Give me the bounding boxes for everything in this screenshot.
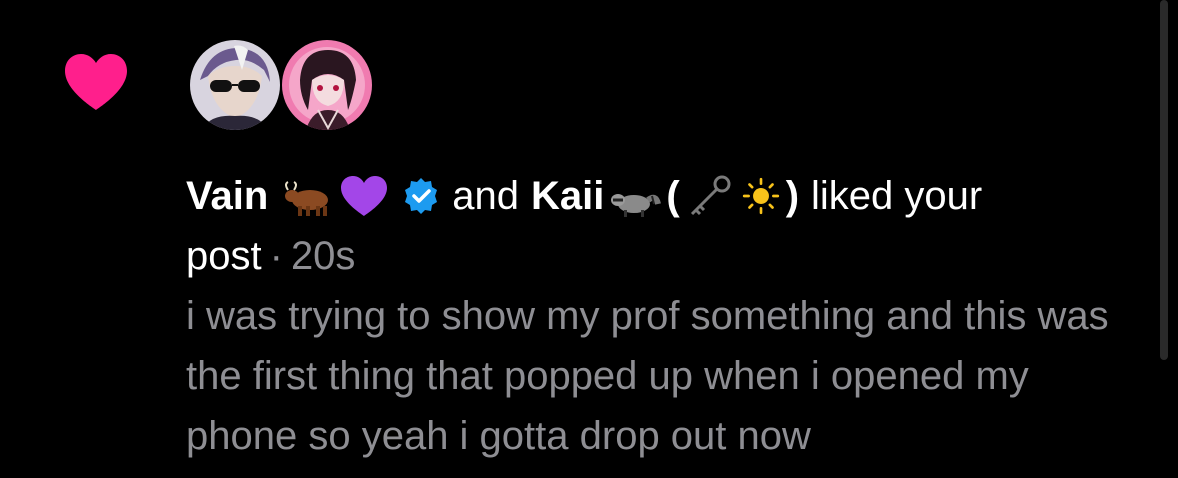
heart-icon bbox=[65, 54, 127, 110]
post-preview-text[interactable]: i was trying to show my prof something a… bbox=[186, 286, 1151, 466]
separator-dot: · bbox=[269, 234, 283, 278]
scrollbar[interactable] bbox=[1160, 0, 1168, 360]
sun-emoji-icon bbox=[742, 177, 779, 215]
username-kaii[interactable]: Kaii bbox=[531, 166, 604, 226]
ox-emoji-icon bbox=[285, 181, 329, 216]
notification-line-1: Vain and Kaii () liked your bbox=[186, 166, 1146, 226]
notification-line-2: post · 20s bbox=[186, 226, 1146, 286]
conjunction-text: and bbox=[452, 174, 520, 218]
raccoon-emoji-icon bbox=[611, 194, 662, 217]
avatar-vain[interactable] bbox=[188, 38, 282, 132]
action-text: liked your bbox=[811, 174, 983, 218]
old-key-emoji-icon bbox=[690, 175, 731, 216]
liker-avatars[interactable] bbox=[188, 38, 378, 132]
verified-badge-icon bbox=[405, 178, 438, 214]
emoji-paren-close: ) bbox=[785, 174, 800, 218]
emoji-paren-open: ( bbox=[666, 174, 680, 218]
purple-heart-emoji-icon bbox=[341, 176, 388, 216]
timestamp: 20s bbox=[290, 234, 356, 278]
username-vain[interactable]: Vain bbox=[186, 166, 268, 226]
notification-text[interactable]: Vain and Kaii () liked your post · 20s … bbox=[186, 166, 1146, 466]
action-text-continued: post bbox=[186, 234, 262, 278]
avatar-kaii[interactable] bbox=[280, 38, 374, 132]
